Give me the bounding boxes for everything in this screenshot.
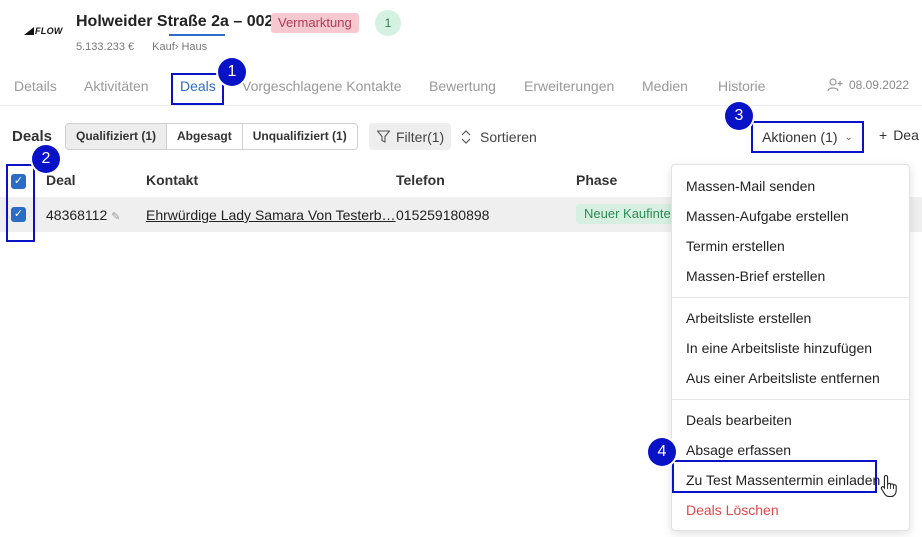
segment-abgesagt[interactable]: Abgesagt (167, 124, 243, 149)
count-badge: 1 (375, 10, 401, 36)
menu-item-deals-bearbeiten[interactable]: Deals bearbeiten (686, 412, 792, 428)
menu-item-deals-loeschen[interactable]: Deals Löschen (686, 502, 779, 518)
menu-divider (672, 297, 909, 298)
annotation-frame-tab (171, 73, 224, 105)
menu-item-arbeitsliste-hinzufuegen[interactable]: In eine Arbeitsliste hinzufügen (686, 340, 872, 356)
flow-logo: FLOW (24, 26, 63, 36)
menu-item-massen-aufgabe[interactable]: Massen-Aufgabe erstellen (686, 208, 849, 224)
column-deal: Deal (46, 172, 76, 188)
tab-vorgeschlagene-kontakte[interactable]: Vorgeschlagene Kontakte (242, 78, 402, 94)
qualification-filter: Qualifiziert (1) Abgesagt Unqualifiziert… (65, 123, 358, 150)
tab-medien[interactable]: Medien (642, 78, 688, 94)
filter-icon (377, 130, 390, 143)
menu-divider (672, 399, 909, 400)
property-price: 5.133.233 € (76, 41, 135, 53)
step-marker-4: 4 (648, 438, 676, 466)
filter-button[interactable]: Filter(1) (369, 123, 451, 150)
segment-qualifiziert[interactable]: Qualifiziert (1) (66, 124, 168, 149)
deal-id-text: 48368112 (46, 207, 108, 223)
pencil-icon[interactable]: ✎ (111, 210, 120, 223)
phone-number: 015259180898 (396, 207, 490, 223)
column-kontakt: Kontakt (146, 172, 199, 188)
deal-id: 48368112 ✎ (46, 207, 120, 223)
column-telefon: Telefon (396, 172, 445, 188)
menu-item-arbeitsliste-entfernen[interactable]: Aus einer Arbeitsliste entfernen (686, 370, 880, 386)
property-title: Holweider Straße 2a – 002 (76, 13, 274, 30)
tab-historie[interactable]: Historie (718, 78, 765, 94)
filter-label: Filter(1) (396, 128, 445, 145)
flow-logo-mark-icon (24, 27, 34, 35)
sort-label: Sortieren (480, 128, 537, 145)
menu-item-massen-mail[interactable]: Massen-Mail senden (686, 178, 815, 194)
sort-button[interactable]: Sortieren (460, 123, 537, 150)
menu-item-arbeitsliste-erstellen[interactable]: Arbeitsliste erstellen (686, 310, 811, 326)
annotation-frame-menu-item (672, 460, 877, 493)
property-type: Kauf› Haus (152, 41, 208, 53)
hand-cursor-icon (880, 474, 897, 498)
chevron-down-icon: ⌄ (844, 131, 853, 143)
status-badge: Vermarktung (271, 13, 359, 33)
plus-icon: + (879, 127, 888, 143)
menu-item-massen-brief[interactable]: Massen-Brief erstellen (686, 268, 825, 284)
flow-logo-text: FLOW (35, 26, 63, 36)
tab-details[interactable]: Details (14, 78, 57, 94)
step-marker-2: 2 (32, 145, 60, 173)
tab-aktivitaeten[interactable]: Aktivitäten (84, 78, 149, 94)
deals-heading: Deals (12, 128, 53, 145)
actions-label: Aktionen (1) (762, 129, 838, 145)
tab-active-underline (169, 34, 225, 36)
step-marker-1: 1 (218, 58, 246, 86)
annotation-frame-checkboxes (6, 164, 35, 242)
actions-button[interactable]: Aktionen (1) ⌄ (751, 121, 864, 153)
column-phase: Phase (576, 172, 618, 188)
tab-bar: Details Aktivitäten Deals Vorgeschlagene… (0, 70, 922, 106)
add-deal-label: Dea (893, 127, 919, 143)
menu-item-absage-erfassen[interactable]: Absage erfassen (686, 442, 791, 458)
tab-bewertung[interactable]: Bewertung (429, 78, 496, 94)
sort-icon (461, 129, 471, 144)
add-deal-button[interactable]: + Dea (879, 127, 919, 143)
property-meta: 5.133.233 € Kauf› Haus (76, 41, 207, 53)
tab-date-text: 08.09.2022 (848, 78, 909, 92)
phase-badge: Neuer Kaufinte (576, 204, 679, 224)
tab-erweiterungen[interactable]: Erweiterungen (524, 78, 614, 94)
segment-unqualifiziert[interactable]: Unqualifiziert (1) (242, 124, 357, 149)
menu-item-termin-erstellen[interactable]: Termin erstellen (686, 238, 785, 254)
add-user-icon (827, 78, 843, 92)
contact-link[interactable]: Ehrwürdige Lady Samara Von Testerb… (146, 207, 396, 223)
tab-date: 08.09.2022 (827, 78, 909, 92)
step-marker-3: 3 (725, 102, 753, 130)
